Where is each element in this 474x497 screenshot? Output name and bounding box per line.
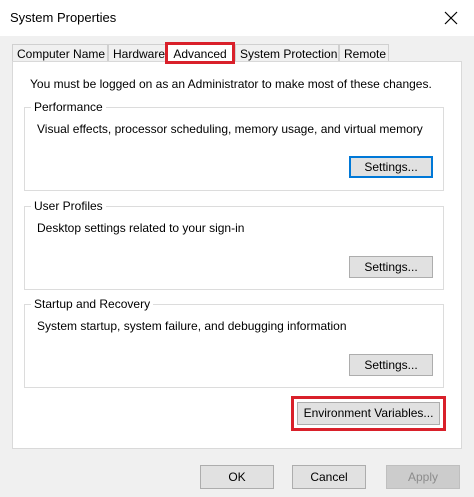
- tab-strip: Computer Name Hardware Advanced System P…: [12, 42, 462, 64]
- environment-variables-button[interactable]: Environment Variables...: [297, 402, 440, 425]
- ok-button[interactable]: OK: [200, 465, 274, 489]
- window-title: System Properties: [10, 10, 117, 25]
- environment-variables-highlight: Environment Variables...: [291, 396, 446, 431]
- performance-description: Visual effects, processor scheduling, me…: [37, 122, 423, 136]
- tab-system-protection[interactable]: System Protection: [235, 44, 339, 62]
- startup-recovery-group: Startup and Recovery System startup, sys…: [24, 297, 444, 388]
- close-button[interactable]: [428, 0, 474, 36]
- performance-settings-button[interactable]: Settings...: [349, 156, 433, 178]
- startup-recovery-settings-button[interactable]: Settings...: [349, 354, 433, 376]
- tab-advanced[interactable]: Advanced: [165, 42, 235, 64]
- title-bar: System Properties: [0, 0, 474, 36]
- close-icon: [444, 11, 458, 25]
- user-profiles-description: Desktop settings related to your sign-in: [37, 221, 245, 235]
- system-properties-window: System Properties Computer Name Hardware…: [0, 0, 474, 497]
- admin-message: You must be logged on as an Administrato…: [30, 77, 432, 91]
- tab-computer-name[interactable]: Computer Name: [12, 44, 108, 62]
- performance-group: Performance Visual effects, processor sc…: [24, 100, 444, 191]
- performance-group-title: Performance: [31, 100, 106, 114]
- user-profiles-group-title: User Profiles: [31, 199, 106, 213]
- user-profiles-settings-button[interactable]: Settings...: [349, 256, 433, 278]
- apply-button[interactable]: Apply: [386, 465, 460, 489]
- startup-recovery-description: System startup, system failure, and debu…: [37, 319, 347, 333]
- user-profiles-group: User Profiles Desktop settings related t…: [24, 199, 444, 290]
- tab-hardware[interactable]: Hardware: [108, 44, 166, 62]
- startup-recovery-group-title: Startup and Recovery: [31, 297, 154, 311]
- tab-remote[interactable]: Remote: [339, 44, 389, 62]
- cancel-button[interactable]: Cancel: [292, 465, 366, 489]
